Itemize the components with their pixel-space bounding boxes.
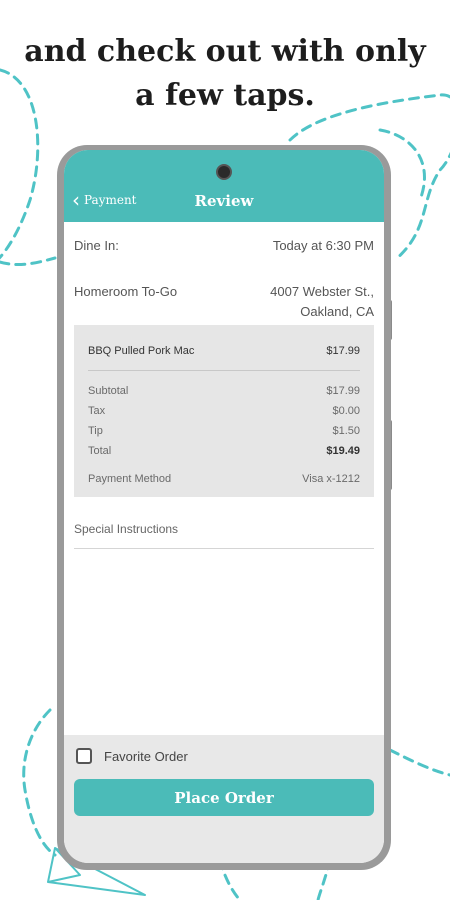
restaurant-address: 4007 Webster St., Oakland, CA <box>270 282 374 322</box>
favorite-order-checkbox[interactable] <box>76 748 92 764</box>
dine-in-label: Dine In: <box>74 238 119 253</box>
total-value: $19.49 <box>326 445 360 457</box>
order-item: BBQ Pulled Pork Mac $17.99 <box>88 345 360 357</box>
tip-label: Tip <box>88 425 103 437</box>
subtotal-label: Subtotal <box>88 385 129 397</box>
total-label: Total <box>88 445 112 457</box>
address-line-2: Oakland, CA <box>300 304 374 319</box>
tax-row: Tax $0.00 <box>88 405 360 417</box>
item-price: $17.99 <box>326 345 360 357</box>
order-summary: BBQ Pulled Pork Mac $17.99 Subtotal $17.… <box>74 325 374 497</box>
summary-divider <box>88 370 360 371</box>
tax-value: $0.00 <box>332 405 360 417</box>
phone-frame: ‹ Payment Review Dine In: Today at 6:30 … <box>57 145 391 870</box>
payment-method-row: Payment Method Visa x-1212 <box>88 473 360 485</box>
tax-label: Tax <box>88 405 106 417</box>
page-title: Review <box>194 192 254 210</box>
restaurant-name: Homeroom To-Go <box>74 284 178 299</box>
payment-method-label: Payment Method <box>88 473 172 485</box>
bottom-bar: Favorite Order Place Order <box>64 735 384 863</box>
total-row: Total $19.49 <box>88 445 360 457</box>
camera-icon <box>216 164 232 180</box>
place-order-button[interactable]: Place Order <box>74 779 374 816</box>
payment-method-value: Visa x-1212 <box>302 473 360 485</box>
favorite-order-label: Favorite Order <box>104 749 188 764</box>
headline-line-1: and check out with only <box>24 34 426 69</box>
special-instructions-underline <box>74 548 374 549</box>
headline: and check out with only a few taps. <box>0 30 450 118</box>
nav-bar: ‹ Payment Review <box>64 150 384 222</box>
phone-screen: ‹ Payment Review Dine In: Today at 6:30 … <box>64 150 384 863</box>
subtotal-value: $17.99 <box>326 385 360 397</box>
headline-line-2: a few taps. <box>135 78 315 113</box>
address-line-1: 4007 Webster St., <box>270 284 374 299</box>
special-instructions-field[interactable]: Special Instructions <box>74 522 178 536</box>
tip-row: Tip $1.50 <box>88 425 360 437</box>
dine-in-time: Today at 6:30 PM <box>272 238 374 253</box>
tip-value: $1.50 <box>332 425 360 437</box>
subtotal-row: Subtotal $17.99 <box>88 385 360 397</box>
item-name: BBQ Pulled Pork Mac <box>88 345 195 357</box>
